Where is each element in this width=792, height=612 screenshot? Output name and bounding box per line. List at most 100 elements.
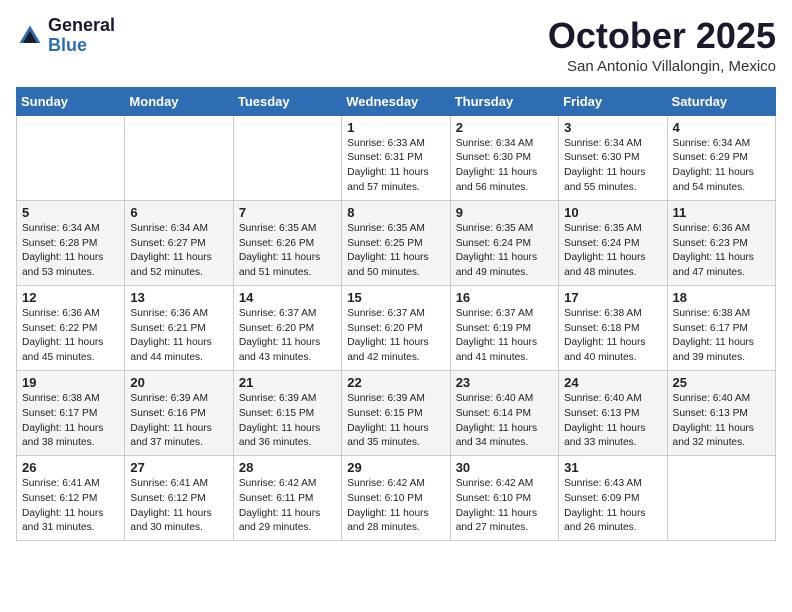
calendar-week-row: 26Sunrise: 6:41 AM Sunset: 6:12 PM Dayli… bbox=[17, 456, 776, 541]
day-number: 11 bbox=[673, 205, 770, 220]
day-info: Sunrise: 6:37 AM Sunset: 6:20 PM Dayligh… bbox=[347, 307, 444, 366]
day-info: Sunrise: 6:35 AM Sunset: 6:25 PM Dayligh… bbox=[347, 222, 444, 281]
day-number: 16 bbox=[456, 290, 553, 305]
day-number: 5 bbox=[22, 205, 119, 220]
day-info: Sunrise: 6:34 AM Sunset: 6:30 PM Dayligh… bbox=[564, 137, 661, 196]
page-header: General Blue October 2025 San Antonio Vi… bbox=[16, 16, 776, 75]
day-number: 15 bbox=[347, 290, 444, 305]
calendar-cell bbox=[233, 115, 341, 200]
calendar-cell: 6 Sunrise: 6:34 AM Sunset: 6:27 PM Daylig… bbox=[125, 200, 233, 285]
calendar-cell: 16 Sunrise: 6:37 AM Sunset: 6:19 PM Dayli… bbox=[450, 285, 558, 370]
day-info: Sunrise: 6:41 AM Sunset: 6:12 PM Dayligh… bbox=[130, 477, 227, 536]
day-number: 18 bbox=[673, 290, 770, 305]
day-info: Sunrise: 6:38 AM Sunset: 6:18 PM Dayligh… bbox=[564, 307, 661, 366]
day-number: 31 bbox=[564, 460, 661, 475]
calendar-cell: 17 Sunrise: 6:38 AM Sunset: 6:18 PM Dayli… bbox=[559, 285, 667, 370]
day-number: 7 bbox=[239, 205, 336, 220]
day-info: Sunrise: 6:39 AM Sunset: 6:16 PM Dayligh… bbox=[130, 392, 227, 451]
day-info: Sunrise: 6:33 AM Sunset: 6:31 PM Dayligh… bbox=[347, 137, 444, 196]
day-number: 6 bbox=[130, 205, 227, 220]
calendar-cell bbox=[125, 115, 233, 200]
day-info: Sunrise: 6:34 AM Sunset: 6:30 PM Dayligh… bbox=[456, 137, 553, 196]
calendar-cell: 28 Sunrise: 6:42 AM Sunset: 6:11 PM Dayli… bbox=[233, 456, 341, 541]
calendar-cell: 13 Sunrise: 6:36 AM Sunset: 6:21 PM Dayli… bbox=[125, 285, 233, 370]
calendar-cell: 19Sunrise: 6:38 AM Sunset: 6:17 PM Dayli… bbox=[17, 370, 125, 455]
month-title: October 2025 bbox=[548, 16, 776, 56]
calendar-week-row: 19Sunrise: 6:38 AM Sunset: 6:17 PM Dayli… bbox=[17, 370, 776, 455]
day-number: 9 bbox=[456, 205, 553, 220]
weekday-header: Friday bbox=[559, 87, 667, 115]
day-number: 2 bbox=[456, 120, 553, 135]
weekday-header: Sunday bbox=[17, 87, 125, 115]
day-number: 22 bbox=[347, 375, 444, 390]
day-info: Sunrise: 6:34 AM Sunset: 6:27 PM Dayligh… bbox=[130, 222, 227, 281]
logo: General Blue bbox=[16, 16, 115, 56]
calendar-week-row: 1 Sunrise: 6:33 AM Sunset: 6:31 PM Daylig… bbox=[17, 115, 776, 200]
day-number: 25 bbox=[673, 375, 770, 390]
day-info: Sunrise: 6:36 AM Sunset: 6:23 PM Dayligh… bbox=[673, 222, 770, 281]
calendar-cell: 14 Sunrise: 6:37 AM Sunset: 6:20 PM Dayli… bbox=[233, 285, 341, 370]
day-info: Sunrise: 6:40 AM Sunset: 6:13 PM Dayligh… bbox=[673, 392, 770, 451]
day-number: 13 bbox=[130, 290, 227, 305]
day-number: 30 bbox=[456, 460, 553, 475]
calendar-cell: 26Sunrise: 6:41 AM Sunset: 6:12 PM Dayli… bbox=[17, 456, 125, 541]
day-info: Sunrise: 6:35 AM Sunset: 6:26 PM Dayligh… bbox=[239, 222, 336, 281]
logo-text: General Blue bbox=[48, 16, 115, 56]
day-number: 17 bbox=[564, 290, 661, 305]
day-info: Sunrise: 6:39 AM Sunset: 6:15 PM Dayligh… bbox=[239, 392, 336, 451]
day-number: 28 bbox=[239, 460, 336, 475]
day-info: Sunrise: 6:42 AM Sunset: 6:10 PM Dayligh… bbox=[347, 477, 444, 536]
day-number: 4 bbox=[673, 120, 770, 135]
day-info: Sunrise: 6:41 AM Sunset: 6:12 PM Dayligh… bbox=[22, 477, 119, 536]
day-info: Sunrise: 6:42 AM Sunset: 6:10 PM Dayligh… bbox=[456, 477, 553, 536]
calendar-table: SundayMondayTuesdayWednesdayThursdayFrid… bbox=[16, 87, 776, 542]
calendar-cell: 1 Sunrise: 6:33 AM Sunset: 6:31 PM Daylig… bbox=[342, 115, 450, 200]
calendar-cell bbox=[17, 115, 125, 200]
day-info: Sunrise: 6:37 AM Sunset: 6:20 PM Dayligh… bbox=[239, 307, 336, 366]
day-info: Sunrise: 6:42 AM Sunset: 6:11 PM Dayligh… bbox=[239, 477, 336, 536]
day-number: 14 bbox=[239, 290, 336, 305]
day-number: 23 bbox=[456, 375, 553, 390]
calendar-cell: 9 Sunrise: 6:35 AM Sunset: 6:24 PM Daylig… bbox=[450, 200, 558, 285]
logo-icon bbox=[16, 22, 44, 50]
calendar-cell: 30 Sunrise: 6:42 AM Sunset: 6:10 PM Dayli… bbox=[450, 456, 558, 541]
calendar-week-row: 5 Sunrise: 6:34 AM Sunset: 6:28 PM Daylig… bbox=[17, 200, 776, 285]
day-info: Sunrise: 6:38 AM Sunset: 6:17 PM Dayligh… bbox=[22, 392, 119, 451]
day-info: Sunrise: 6:35 AM Sunset: 6:24 PM Dayligh… bbox=[456, 222, 553, 281]
day-number: 1 bbox=[347, 120, 444, 135]
day-info: Sunrise: 6:43 AM Sunset: 6:09 PM Dayligh… bbox=[564, 477, 661, 536]
day-number: 12 bbox=[22, 290, 119, 305]
location: San Antonio Villalongin, Mexico bbox=[548, 58, 776, 75]
logo-blue: Blue bbox=[48, 36, 115, 56]
day-number: 21 bbox=[239, 375, 336, 390]
calendar-cell: 8 Sunrise: 6:35 AM Sunset: 6:25 PM Daylig… bbox=[342, 200, 450, 285]
day-number: 20 bbox=[130, 375, 227, 390]
weekday-header: Thursday bbox=[450, 87, 558, 115]
day-number: 10 bbox=[564, 205, 661, 220]
weekday-header: Monday bbox=[125, 87, 233, 115]
day-info: Sunrise: 6:35 AM Sunset: 6:24 PM Dayligh… bbox=[564, 222, 661, 281]
calendar-cell: 22 Sunrise: 6:39 AM Sunset: 6:15 PM Dayli… bbox=[342, 370, 450, 455]
calendar-cell: 24Sunrise: 6:40 AM Sunset: 6:13 PM Dayli… bbox=[559, 370, 667, 455]
calendar-cell: 23Sunrise: 6:40 AM Sunset: 6:14 PM Dayli… bbox=[450, 370, 558, 455]
calendar-cell bbox=[667, 456, 775, 541]
day-number: 29 bbox=[347, 460, 444, 475]
weekday-header: Wednesday bbox=[342, 87, 450, 115]
calendar-cell: 29 Sunrise: 6:42 AM Sunset: 6:10 PM Dayli… bbox=[342, 456, 450, 541]
day-info: Sunrise: 6:39 AM Sunset: 6:15 PM Dayligh… bbox=[347, 392, 444, 451]
calendar-cell: 11 Sunrise: 6:36 AM Sunset: 6:23 PM Dayli… bbox=[667, 200, 775, 285]
logo-general: General bbox=[48, 16, 115, 36]
weekday-header: Tuesday bbox=[233, 87, 341, 115]
day-info: Sunrise: 6:34 AM Sunset: 6:29 PM Dayligh… bbox=[673, 137, 770, 196]
day-info: Sunrise: 6:37 AM Sunset: 6:19 PM Dayligh… bbox=[456, 307, 553, 366]
calendar-cell: 5 Sunrise: 6:34 AM Sunset: 6:28 PM Daylig… bbox=[17, 200, 125, 285]
day-info: Sunrise: 6:34 AM Sunset: 6:28 PM Dayligh… bbox=[22, 222, 119, 281]
calendar-cell: 21 Sunrise: 6:39 AM Sunset: 6:15 PM Dayli… bbox=[233, 370, 341, 455]
calendar-cell: 4 Sunrise: 6:34 AM Sunset: 6:29 PM Daylig… bbox=[667, 115, 775, 200]
day-info: Sunrise: 6:36 AM Sunset: 6:21 PM Dayligh… bbox=[130, 307, 227, 366]
calendar-cell: 10 Sunrise: 6:35 AM Sunset: 6:24 PM Dayli… bbox=[559, 200, 667, 285]
day-number: 8 bbox=[347, 205, 444, 220]
calendar-cell: 18Sunrise: 6:38 AM Sunset: 6:17 PM Dayli… bbox=[667, 285, 775, 370]
day-info: Sunrise: 6:40 AM Sunset: 6:13 PM Dayligh… bbox=[564, 392, 661, 451]
calendar-cell: 27Sunrise: 6:41 AM Sunset: 6:12 PM Dayli… bbox=[125, 456, 233, 541]
